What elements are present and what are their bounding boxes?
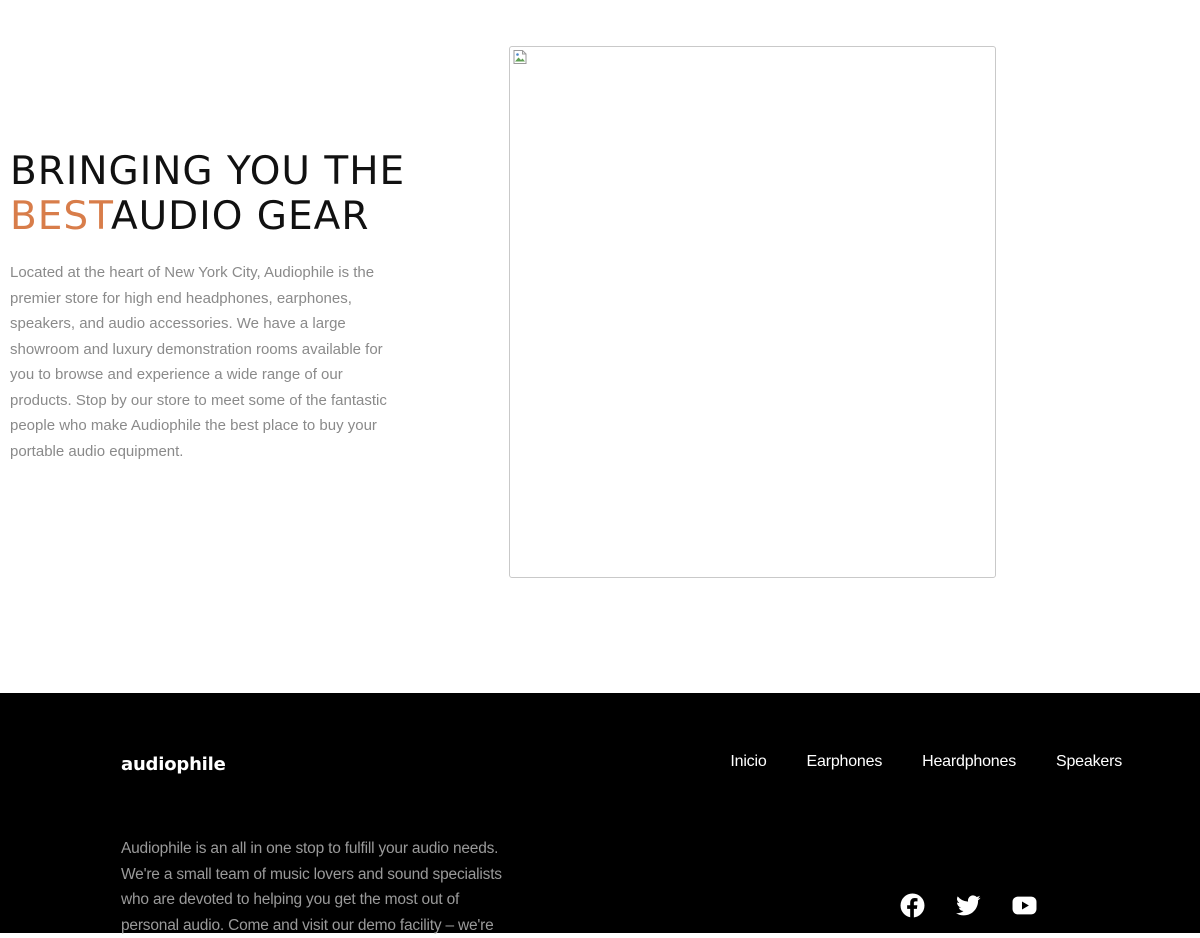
nav-link-headphones[interactable]: Heardphones <box>922 753 1016 771</box>
about-section: BRINGING YOU THE BESTAUDIO GEAR Located a… <box>0 0 1200 693</box>
broken-image-icon <box>513 50 527 64</box>
hero-image <box>509 46 996 578</box>
hero-description: Located at the heart of New York City, A… <box>10 264 387 460</box>
nav-link-inicio[interactable]: Inicio <box>730 753 766 771</box>
footer-logo[interactable]: audiophile <box>121 754 226 775</box>
hero-headline: BRINGING YOU THE BESTAUDIO GEAR <box>10 149 405 239</box>
footer: audiophile Inicio Earphones Heardphones … <box>0 693 1200 934</box>
youtube-link[interactable] <box>1012 893 1037 918</box>
footer-nav: Inicio Earphones Heardphones Speakers <box>730 753 1122 771</box>
facebook-icon <box>900 893 925 918</box>
social-links <box>900 893 1037 918</box>
nav-link-earphones[interactable]: Earphones <box>807 753 883 771</box>
facebook-link[interactable] <box>900 893 925 918</box>
youtube-icon <box>1012 896 1037 915</box>
headline-rest: AUDIO GEAR <box>110 194 370 239</box>
twitter-icon <box>956 895 981 916</box>
footer-description: Audiophile is an all in one stop to fulf… <box>121 840 502 934</box>
headline-line-1: BRINGING YOU THE <box>10 149 406 194</box>
headline-accent: BEST <box>10 194 111 239</box>
twitter-link[interactable] <box>956 893 981 918</box>
nav-link-speakers[interactable]: Speakers <box>1056 753 1122 771</box>
